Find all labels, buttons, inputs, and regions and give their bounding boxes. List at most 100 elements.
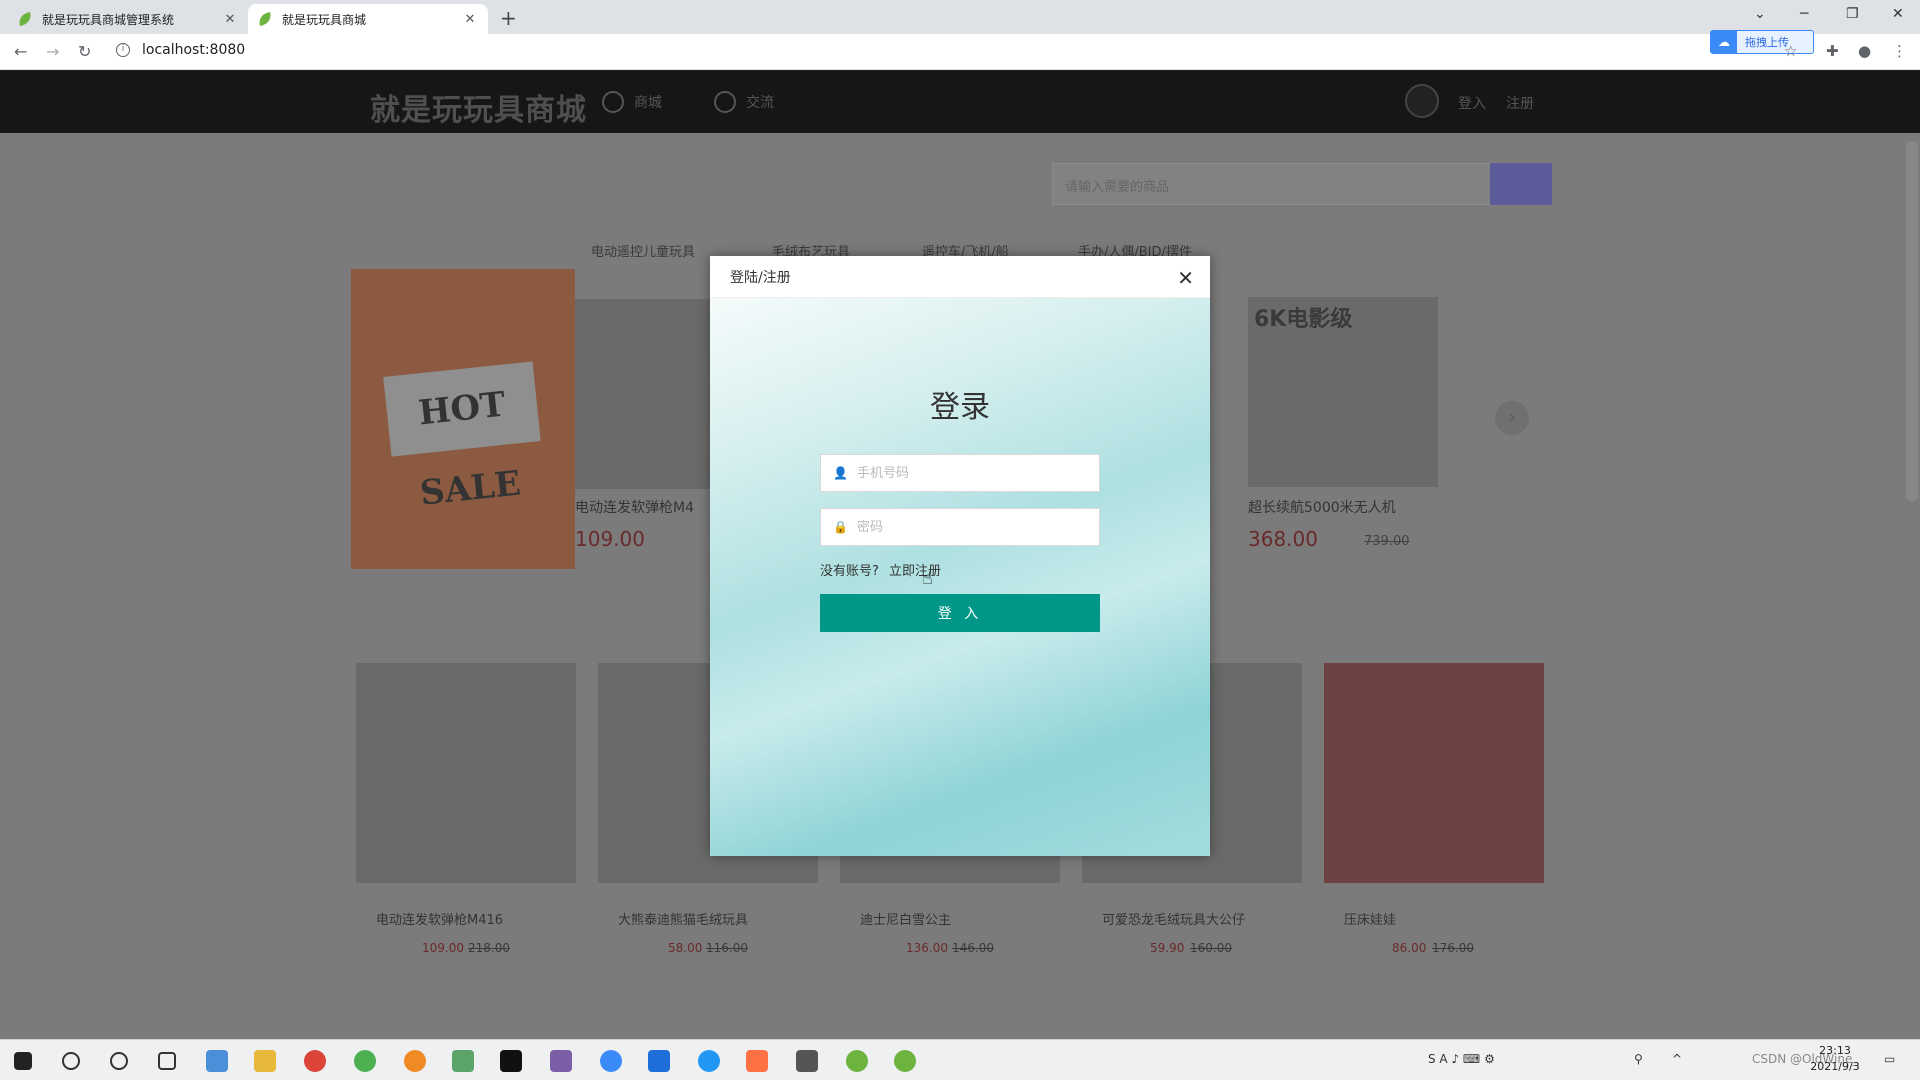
phone-input[interactable] — [857, 465, 1087, 481]
card-price: 109.00 — [422, 941, 464, 955]
avatar[interactable] — [1405, 84, 1439, 118]
tab-title: 就是玩玩具商城 — [282, 12, 367, 27]
chrome-icon[interactable] — [304, 1050, 326, 1072]
app-icon[interactable] — [796, 1050, 818, 1072]
phone-field[interactable]: 👤 — [820, 454, 1100, 492]
app-icon[interactable] — [846, 1050, 868, 1072]
cloud-icon: ☁ — [1711, 31, 1737, 53]
restore-icon[interactable]: ❐ — [1846, 6, 1859, 22]
card-old-price: 146.00 — [952, 941, 994, 955]
app-icon[interactable] — [550, 1050, 572, 1072]
login-button[interactable]: 登 入 — [820, 594, 1100, 632]
terminal-icon[interactable] — [500, 1050, 522, 1072]
dialog-body: 登录 👤 🔒 没有账号? 立即注册 登 入 — [710, 298, 1210, 856]
product-card-image[interactable] — [1324, 663, 1544, 883]
bookmark-star-icon[interactable]: ☆ — [1784, 42, 1797, 60]
product-price: 109.00 — [575, 527, 645, 551]
card-title[interactable]: 可爱恐龙毛绒玩具大公仔 — [1102, 909, 1245, 928]
tab-admin[interactable]: 就是玩玩具商城管理系统 ✕ — [8, 4, 248, 34]
product-card-image[interactable] — [356, 663, 576, 883]
profile-icon[interactable]: ● — [1858, 42, 1871, 60]
minimize-icon[interactable]: ─ — [1800, 6, 1808, 22]
app-icon[interactable] — [404, 1050, 426, 1072]
product-old-price: 739.00 — [1364, 534, 1410, 549]
app-icon[interactable] — [698, 1050, 720, 1072]
upload-extension[interactable]: ☁ 拖拽上传 — [1710, 30, 1814, 54]
card-old-price: 176.00 — [1432, 941, 1474, 955]
app-icon[interactable] — [206, 1050, 228, 1072]
close-window-icon[interactable]: ✕ — [1892, 6, 1904, 22]
extensions-icon[interactable]: ✚ — [1826, 42, 1839, 60]
clock-time[interactable]: 23:13 — [1810, 1044, 1860, 1057]
register-link[interactable]: 注册 — [1506, 93, 1534, 113]
info-icon[interactable]: i — [116, 43, 130, 57]
tray-people-icon[interactable]: ⚲ — [1634, 1052, 1643, 1066]
site-header: 就是玩玩具商城 商城 交流 登入 注册 — [0, 71, 1920, 133]
chat-icon — [714, 91, 736, 113]
tab-title: 就是玩玩具商城管理系统 — [42, 12, 175, 27]
register-now-link[interactable]: 立即注册 — [889, 564, 941, 579]
clock-date[interactable]: 2021/9/3 — [1802, 1060, 1868, 1073]
password-field[interactable]: 🔒 — [820, 508, 1100, 546]
nav-community[interactable]: 交流 — [714, 91, 774, 113]
card-title[interactable]: 电动连发软弹枪M416 — [376, 909, 503, 928]
app-icon[interactable] — [746, 1050, 768, 1072]
app-icon[interactable] — [648, 1050, 670, 1072]
new-tab-button[interactable]: + — [500, 6, 517, 30]
file-explorer-icon[interactable] — [254, 1050, 276, 1072]
dialog-title: 登陆/注册 — [730, 269, 791, 286]
lock-icon: 🔒 — [833, 520, 848, 534]
notification-icon[interactable]: ▭ — [1884, 1052, 1895, 1066]
url-text[interactable]: localhost:8080 — [142, 42, 245, 58]
nav-label: 商城 — [634, 95, 662, 111]
reload-icon[interactable]: ↻ — [78, 42, 91, 61]
forward-icon[interactable]: → — [46, 42, 59, 61]
card-old-price: 116.00 — [706, 941, 748, 955]
task-view-icon[interactable] — [158, 1052, 176, 1070]
site-logo[interactable]: 就是玩玩具商城 — [370, 85, 587, 129]
windows-start-icon[interactable] — [14, 1052, 32, 1070]
close-icon[interactable]: ✕ — [1177, 266, 1194, 290]
close-icon[interactable]: ✕ — [462, 12, 478, 27]
login-dialog: 登陆/注册 ✕ 登录 👤 🔒 没有账号? 立即注册 登 入 — [710, 256, 1210, 856]
hot-sale-banner[interactable]: HOT SALE — [351, 269, 575, 569]
product-title[interactable]: 电动连发软弹枪M4 — [575, 497, 694, 517]
product-price: 368.00 — [1248, 527, 1318, 551]
card-price: 86.00 — [1392, 941, 1427, 955]
hand-cursor-icon: ☝ — [922, 568, 933, 589]
app-icon[interactable] — [354, 1050, 376, 1072]
tray-expand-icon[interactable]: ^ — [1672, 1052, 1682, 1066]
login-link[interactable]: 登入 — [1458, 93, 1486, 113]
tray-icons[interactable]: S A ♪ ⌨ ⚙ — [1428, 1052, 1495, 1066]
search-input[interactable]: 请输入需要的商品 — [1052, 163, 1492, 205]
app-icon[interactable] — [600, 1050, 622, 1072]
card-title[interactable]: 压床娃娃 — [1344, 909, 1396, 928]
product-title[interactable]: 超长续航5000米无人机 — [1248, 497, 1396, 517]
password-input[interactable] — [857, 519, 1087, 535]
address-bar-row: ← → ↻ i localhost:8080 — [0, 34, 1920, 70]
product-image[interactable] — [575, 299, 715, 489]
nav-label: 交流 — [746, 95, 774, 111]
spring-leaf-icon — [256, 11, 274, 27]
tab-search-icon[interactable]: ⌄ — [1754, 6, 1766, 22]
tab-mall[interactable]: 就是玩玩具商城 ✕ — [248, 4, 488, 34]
category-link[interactable]: 电动遥控儿童玩具 — [591, 241, 695, 260]
notepad-icon[interactable] — [452, 1050, 474, 1072]
search-icon[interactable] — [62, 1052, 80, 1070]
close-icon[interactable]: ✕ — [222, 12, 238, 27]
cortana-icon[interactable] — [110, 1052, 128, 1070]
upload-label: 拖拽上传 — [1745, 36, 1789, 49]
card-old-price: 218.00 — [468, 941, 510, 955]
browser-tabstrip: 就是玩玩具商城管理系统 ✕ 就是玩玩具商城 ✕ + ⌄ ─ ❐ ✕ — [0, 0, 1920, 34]
page-scrollbar[interactable] — [1906, 141, 1918, 501]
app-icon[interactable] — [894, 1050, 916, 1072]
product-image[interactable]: 6K电影级 — [1248, 297, 1438, 487]
drone-banner-text: 6K电影级 — [1254, 307, 1353, 332]
back-icon[interactable]: ← — [14, 42, 27, 61]
carousel-next-icon[interactable]: › — [1495, 401, 1529, 435]
card-title[interactable]: 迪士尼白雪公主 — [860, 909, 951, 928]
nav-mall[interactable]: 商城 — [602, 91, 662, 113]
search-button[interactable] — [1490, 163, 1552, 205]
card-title[interactable]: 大熊泰迪熊猫毛绒玩具 — [618, 909, 748, 928]
menu-icon[interactable]: ⋮ — [1892, 42, 1907, 60]
